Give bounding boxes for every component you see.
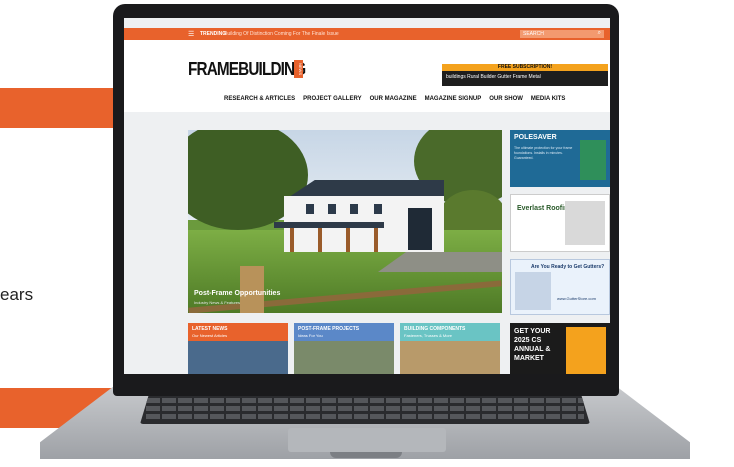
subscription-logos: buildings Rural Builder Gutter Frame Met… bbox=[446, 74, 541, 80]
subscription-banner[interactable]: FREE SUBSCRIPTION! buildings Rural Build… bbox=[442, 64, 608, 86]
laptop-notch bbox=[330, 452, 402, 458]
hero-feature[interactable]: Post-Frame Opportunities Industry News &… bbox=[188, 130, 502, 313]
card-title: POST-FRAME PROJECTS bbox=[298, 326, 360, 332]
ad-gutter-title: Are You Ready to Get Gutters? bbox=[531, 264, 605, 270]
nav-magazine-signup[interactable]: MAGAZINE SIGNUP bbox=[425, 96, 482, 102]
nav-research-articles[interactable]: RESEARCH & ARTICLES bbox=[224, 96, 295, 102]
nav-project-gallery[interactable]: PROJECT GALLERY bbox=[303, 96, 361, 102]
nav-our-magazine[interactable]: OUR MAGAZINE bbox=[370, 96, 417, 102]
side-text: ears bbox=[0, 285, 34, 304]
card-sub: Fasteners, Trusses & More bbox=[404, 333, 453, 338]
card-latest-news[interactable]: LATEST NEWS Our Newest Articles bbox=[188, 323, 288, 374]
laptop-screen: ☰ TRENDING Building Of Distinction Comin… bbox=[124, 18, 610, 374]
ad-polesaver-title: POLESAVER bbox=[514, 134, 557, 141]
logo-tag: NEWS bbox=[294, 60, 303, 78]
ad-everlast-roofing[interactable]: Everlast Roofing Inc. bbox=[510, 194, 610, 252]
search-input[interactable]: SEARCH ⌕ bbox=[520, 30, 604, 38]
laptop-trackpad bbox=[288, 428, 446, 452]
card-title: LATEST NEWS bbox=[192, 326, 228, 332]
ad-gutter-store[interactable]: Are You Ready to Get Gutters? www.Gutter… bbox=[510, 259, 610, 315]
card-sub: Our Newest Articles bbox=[192, 333, 228, 338]
search-icon[interactable]: ⌕ bbox=[598, 30, 601, 37]
nav-media-kits[interactable]: MEDIA KITS bbox=[531, 96, 565, 102]
site-logo[interactable]: FRAMEBUILDING bbox=[188, 59, 306, 80]
laptop-keyboard bbox=[140, 394, 590, 424]
ad-gutter-url: www.GutterStore.com bbox=[557, 296, 596, 301]
nav-our-show[interactable]: OUR SHOW bbox=[489, 96, 523, 102]
search-placeholder: SEARCH bbox=[523, 31, 544, 37]
hero-subcaption: Industry News & Features bbox=[194, 300, 241, 305]
site-topbar: ☰ TRENDING Building Of Distinction Comin… bbox=[124, 28, 610, 40]
trending-label: TRENDING bbox=[200, 31, 227, 37]
card-building-components[interactable]: BUILDING COMPONENTS Fasteners, Trusses &… bbox=[400, 323, 500, 374]
site-header: FRAMEBUILDING NEWS FREE SUBSCRIPTION! bu… bbox=[124, 40, 610, 112]
hero-caption[interactable]: Post-Frame Opportunities bbox=[194, 290, 280, 297]
ad-annual-market[interactable]: GET YOUR 2025 CS ANNUAL & MARKET bbox=[510, 323, 610, 374]
ad-polesaver[interactable]: POLESAVER The ultimate protection for yo… bbox=[510, 130, 610, 187]
subscription-title: FREE SUBSCRIPTION! bbox=[442, 64, 608, 71]
card-title: BUILDING COMPONENTS bbox=[404, 326, 466, 332]
card-sub: Ideas For You bbox=[298, 333, 323, 338]
ad-annual-text: GET YOUR 2025 CS ANNUAL & MARKET bbox=[514, 328, 551, 362]
ad-polesaver-body: The ultimate protection for your frame f… bbox=[514, 146, 573, 160]
menu-icon[interactable]: ☰ bbox=[188, 31, 194, 38]
main-nav: RESEARCH & ARTICLES PROJECT GALLERY OUR … bbox=[224, 96, 565, 102]
card-post-frame-projects[interactable]: POST-FRAME PROJECTS Ideas For You bbox=[294, 323, 394, 374]
trending-headline[interactable]: Building Of Distinction Coming For The F… bbox=[224, 31, 339, 37]
marketing-image: ears ☰ TRENDING Building Of Distinction … bbox=[0, 0, 734, 467]
